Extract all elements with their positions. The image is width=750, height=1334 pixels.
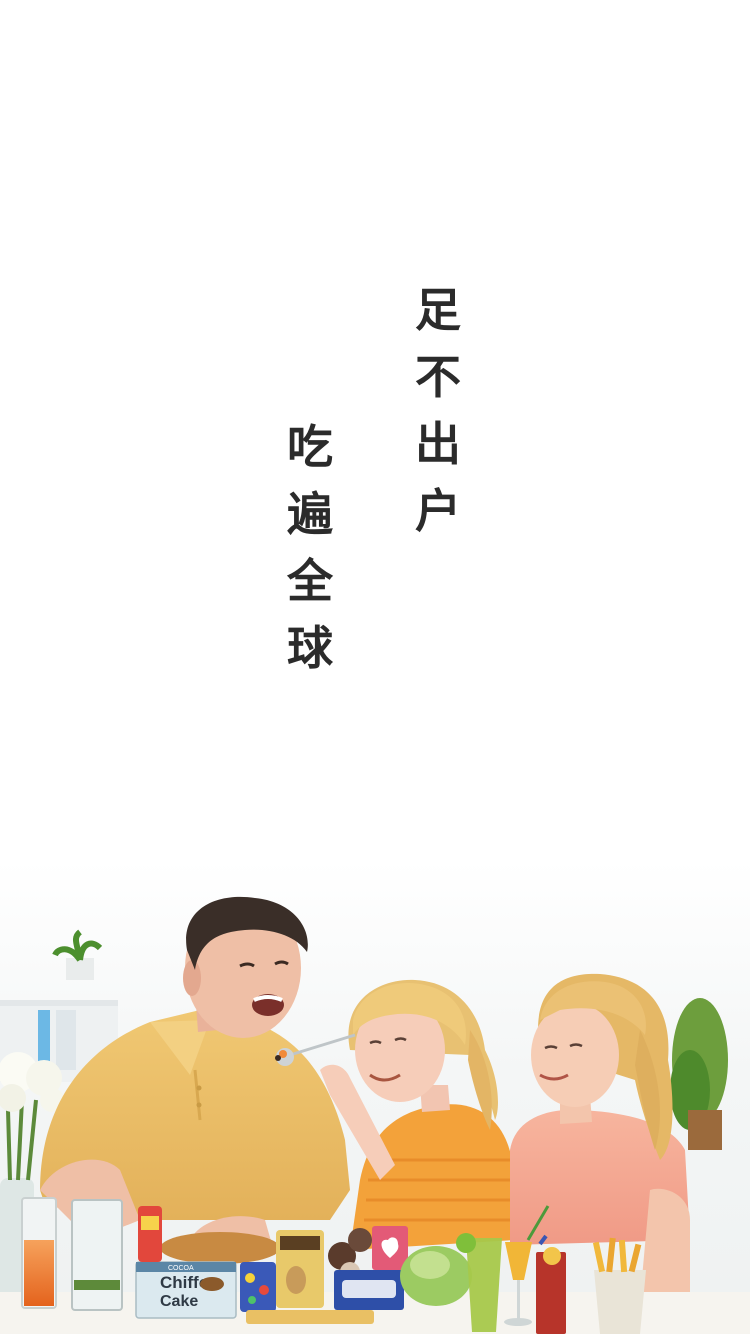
candy-bag bbox=[240, 1262, 276, 1312]
cocoa-label: COCOA bbox=[168, 1265, 194, 1272]
slogan-right-column: 足 不 出 户 bbox=[413, 277, 463, 545]
slogan-left-column: 吃 遍 全 球 bbox=[285, 414, 335, 682]
slogan-char: 足 bbox=[415, 283, 461, 337]
long-stick-package bbox=[246, 1310, 374, 1324]
juice-glass bbox=[21, 1197, 57, 1309]
slogan-char: 遍 bbox=[287, 487, 333, 541]
splash-screen: 足 不 出 户 吃 遍 全 球 COCOA Chiffon Cake bbox=[0, 0, 750, 1334]
red-snack-stick bbox=[138, 1206, 162, 1262]
slogan-char: 户 bbox=[415, 484, 461, 538]
blue-package bbox=[334, 1270, 404, 1310]
chiffon-cake-box: COCOA Chiffon Cake bbox=[135, 1261, 237, 1319]
slogan-char: 球 bbox=[287, 621, 333, 675]
water-glass bbox=[71, 1199, 123, 1311]
bread bbox=[160, 1232, 280, 1264]
almond-bag bbox=[276, 1230, 324, 1308]
cake-label: Cake bbox=[160, 1293, 198, 1310]
slogan-char: 吃 bbox=[287, 420, 333, 474]
slogan-char: 全 bbox=[287, 554, 333, 608]
slogan-char: 出 bbox=[415, 417, 461, 471]
heart-box bbox=[372, 1226, 408, 1270]
slogan-char: 不 bbox=[415, 350, 461, 404]
family-eating-illustration: COCOA Chiffon Cake bbox=[0, 860, 750, 1334]
